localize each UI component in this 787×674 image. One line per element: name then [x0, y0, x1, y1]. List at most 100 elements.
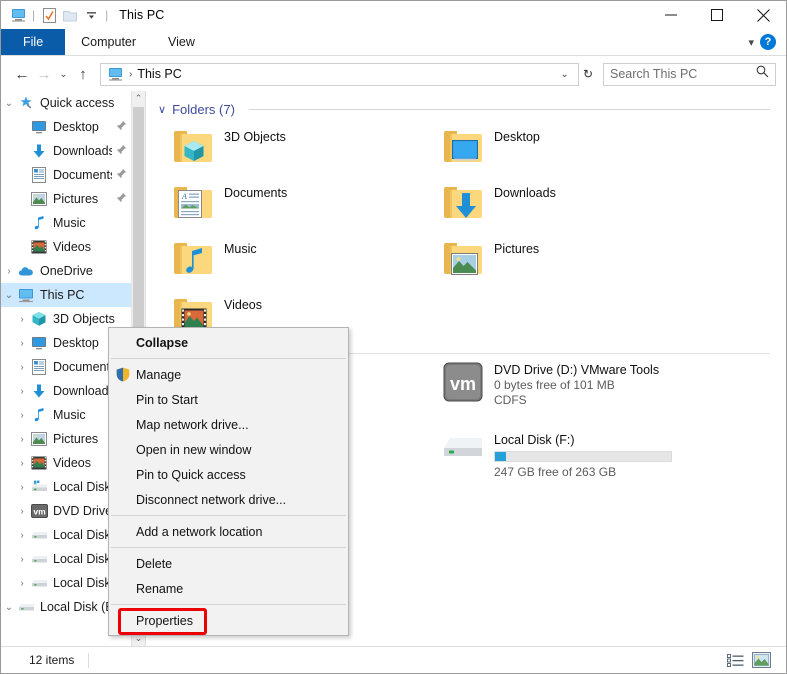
chevron-down-icon[interactable]: ∨ [158, 103, 166, 116]
vmware-dvd-icon: vm [442, 362, 484, 402]
chevron-right-icon[interactable]: › [14, 434, 30, 445]
chevron-down-icon[interactable]: ⌄ [1, 98, 17, 109]
window-controls [648, 1, 786, 29]
item-count: 12 items [29, 653, 75, 667]
this-pc-icon [17, 286, 35, 304]
menu-item-label: Map network drive... [136, 417, 249, 432]
chevron-right-icon[interactable]: › [14, 506, 30, 517]
search-input[interactable]: Search This PC [603, 62, 776, 86]
close-button[interactable] [740, 1, 786, 29]
chevron-right-icon[interactable]: › [14, 458, 30, 469]
drive-icon [30, 526, 48, 544]
menu-item-label: Add a network location [136, 524, 263, 539]
pin-icon[interactable] [112, 144, 127, 158]
breadcrumb-path[interactable]: This PC [137, 67, 181, 81]
sidebar-item-label: Pictures [53, 192, 99, 206]
forward-button[interactable]: → [33, 62, 55, 86]
folder-tile[interactable]: Pictures [442, 235, 712, 291]
drive-tile[interactable]: vm DVD Drive (D:) VMware Tools 0 bytes f… [442, 362, 712, 424]
chevron-right-icon[interactable]: › [14, 338, 30, 349]
sidebar-item-music[interactable]: Music [1, 211, 131, 235]
chevron-right-icon[interactable]: › [14, 530, 30, 541]
drive-filesystem: CDFS [494, 393, 527, 407]
menu-item-pin-to-quick-access[interactable]: Pin to Quick access [109, 462, 348, 487]
menu-divider [111, 547, 346, 548]
menu-item-label: Collapse [136, 335, 189, 350]
tab-file[interactable]: File [1, 29, 66, 55]
recent-locations-button[interactable]: ⌄ [55, 62, 72, 86]
pin-icon[interactable] [112, 168, 127, 182]
menu-divider [111, 515, 346, 516]
help-icon[interactable]: ? [760, 34, 776, 50]
menu-item-pin-to-start[interactable]: Pin to Start [109, 387, 348, 412]
refresh-icon[interactable]: ↻ [579, 67, 597, 81]
folder-tile[interactable]: Desktop [442, 123, 712, 179]
menu-item-manage[interactable]: Manage [109, 362, 348, 387]
pin-icon[interactable] [112, 120, 127, 134]
details-view-button[interactable] [724, 650, 746, 670]
capacity-bar [494, 451, 672, 462]
chevron-down-icon[interactable]: ▾ [748, 36, 754, 49]
sidebar-item-videos[interactable]: Videos [1, 235, 131, 259]
chevron-right-icon[interactable]: › [14, 314, 30, 325]
folder-tile[interactable]: 3D Objects [172, 123, 442, 179]
maximize-button[interactable] [694, 1, 740, 29]
tab-view[interactable]: View [152, 29, 211, 55]
chevron-right-icon[interactable]: › [14, 554, 30, 565]
folder-tile[interactable]: Downloads [442, 179, 712, 235]
menu-item-add-a-network-location[interactable]: Add a network location [109, 519, 348, 544]
sidebar-item-label: Downloads [53, 144, 112, 158]
properties-icon[interactable] [40, 6, 58, 24]
toolbar-divider-1: | [32, 8, 36, 22]
menu-divider [111, 358, 346, 359]
context-menu[interactable]: Collapse Manage Pin to Start Map network dr… [108, 327, 349, 636]
menu-item-open-in-new-window[interactable]: Open in new window [109, 437, 348, 462]
menu-item-rename[interactable]: Rename [109, 576, 348, 601]
sidebar-item-downloads[interactable]: Downloads [1, 139, 131, 163]
sidebar-item-pictures[interactable]: Pictures [1, 187, 131, 211]
sidebar-item-label: Music [53, 216, 86, 230]
menu-item-delete[interactable]: Delete [109, 551, 348, 576]
chevron-right-icon[interactable]: › [14, 410, 30, 421]
large-icons-view-button[interactable] [750, 650, 772, 670]
tab-computer[interactable]: Computer [65, 29, 152, 55]
folder-tiles: 3D Objects Desktop A Documents Downloads [146, 117, 786, 347]
drive-icon [30, 574, 48, 592]
sidebar-item-desktop[interactable]: Desktop [1, 115, 131, 139]
chevron-down-icon[interactable]: ⌄ [556, 69, 574, 80]
sidebar-item-onedrive[interactable]: › OneDrive [1, 259, 131, 283]
menu-item-disconnect-network-drive[interactable]: Disconnect network drive... [109, 487, 348, 512]
menu-item-properties[interactable]: Properties [109, 608, 348, 633]
sidebar-item-label: Documents [53, 360, 117, 374]
chevron-down-icon[interactable]: ⌄ [1, 602, 17, 613]
this-pc-icon[interactable] [9, 6, 27, 24]
folder-tile[interactable]: Music [172, 235, 442, 291]
sidebar-item-quick-access[interactable]: ⌄ Quick access [1, 91, 131, 115]
up-button[interactable]: ↑ [72, 62, 94, 86]
back-button[interactable]: ← [11, 62, 33, 86]
search-icon[interactable] [756, 65, 769, 83]
customize-dropdown-icon[interactable] [82, 6, 100, 24]
folder-tile[interactable]: A Documents [172, 179, 442, 235]
menu-item-map-network-drive[interactable]: Map network drive... [109, 412, 348, 437]
minimize-button[interactable] [648, 1, 694, 29]
menu-item-label: Pin to Start [136, 392, 198, 407]
drive-tile[interactable]: Local Disk (F:) 247 GB free of 263 GB [442, 432, 712, 494]
folders-group-header[interactable]: ∨ Folders (7) [146, 91, 786, 117]
chevron-down-icon[interactable]: ⌄ [1, 290, 17, 301]
chevron-right-icon[interactable]: › [1, 266, 17, 277]
chevron-right-icon[interactable]: › [14, 362, 30, 373]
tile-empty [442, 291, 712, 347]
chevron-right-icon[interactable]: › [14, 386, 30, 397]
scroll-up-icon[interactable]: ⌃ [132, 91, 145, 106]
breadcrumb[interactable]: › This PC ⌄ [100, 62, 579, 86]
pin-icon[interactable] [112, 192, 127, 206]
sidebar-item-documents[interactable]: Documents [1, 163, 131, 187]
folder-name: Documents [224, 186, 288, 200]
new-folder-icon[interactable] [61, 6, 79, 24]
menu-item-collapse[interactable]: Collapse [109, 330, 348, 355]
chevron-right-icon[interactable]: › [14, 482, 30, 493]
chevron-right-icon[interactable]: › [14, 578, 30, 589]
folder-name: Music [224, 242, 257, 256]
sidebar-item-this-pc[interactable]: ⌄ This PC [1, 283, 131, 307]
